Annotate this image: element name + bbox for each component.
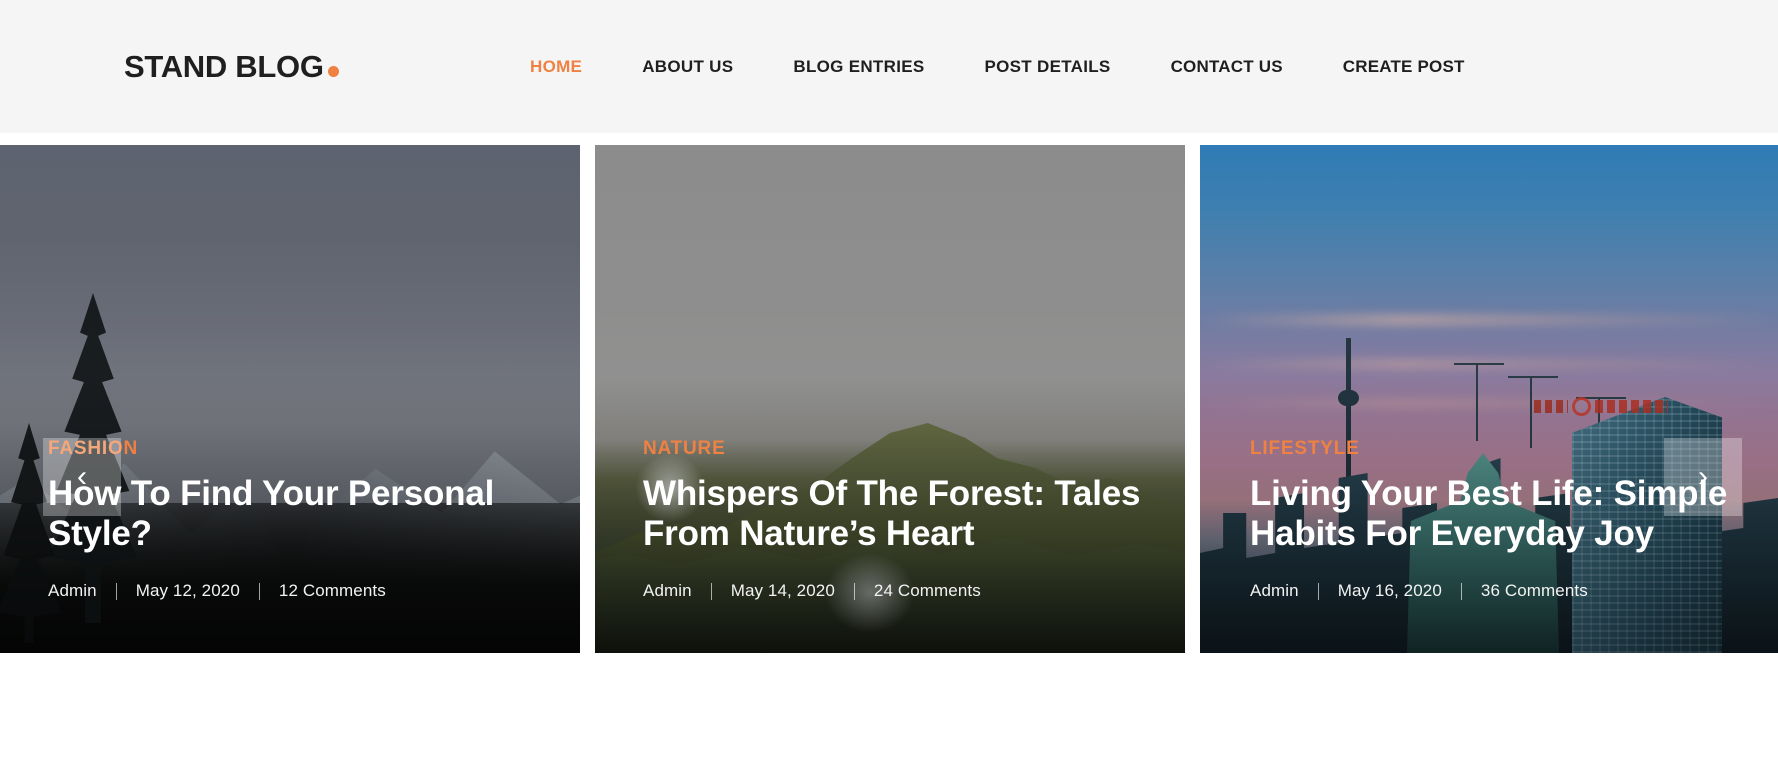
slide-meta: Admin May 16, 2020 36 Comments [1250,581,1738,601]
site-logo[interactable]: STAND BLOG [124,49,339,85]
slide-post-fashion[interactable]: ‹ FASHION How To Find Your Personal Styl… [0,145,580,653]
nav-item-create-post[interactable]: CREATE POST [1343,57,1465,77]
meta-divider [258,582,260,600]
nav-item-about-us[interactable]: ABOUT US [642,57,733,77]
site-logo-text: STAND BLOG [124,48,324,84]
site-header: STAND BLOG HOME ABOUT US BLOG ENTRIES PO… [0,0,1778,133]
slide-date: May 14, 2020 [730,581,835,600]
dot-icon [327,65,339,77]
meta-divider [1460,582,1462,600]
slide-author[interactable]: Admin [48,581,97,601]
chevron-right-icon: › [1698,460,1708,493]
slide-category-label[interactable]: LIFESTYLE [1250,438,1360,460]
meta-divider [115,582,117,600]
featured-posts-slider: ‹ FASHION How To Find Your Personal Styl… [0,145,1778,653]
slide-category-label[interactable]: NATURE [643,438,726,460]
slide-author[interactable]: Admin [643,581,692,601]
slide-title[interactable]: Whispers Of The Forest: Tales From Natur… [643,474,1145,555]
chevron-left-icon: ‹ [77,460,87,493]
slider-prev-button[interactable]: ‹ [43,438,121,516]
slider-next-button[interactable]: › [1664,438,1742,516]
slide-meta: Admin May 12, 2020 12 Comments [48,581,540,601]
meta-divider [1317,582,1319,600]
slide-post-lifestyle[interactable]: › LIFESTYLE Living Your Best Life: Simpl… [1200,145,1778,653]
nav-item-post-details[interactable]: POST DETAILS [985,57,1111,77]
meta-divider [853,582,855,600]
slide-content: FASHION How To Find Your Personal Style?… [48,438,540,601]
slide-post-nature[interactable]: NATURE Whispers Of The Forest: Tales Fro… [595,145,1185,653]
nav-item-blog-entries[interactable]: BLOG ENTRIES [793,57,924,77]
slide-title[interactable]: How To Find Your Personal Style? [48,474,540,555]
meta-divider [710,582,712,600]
slide-comments[interactable]: 12 Comments [279,581,386,601]
slide-content: NATURE Whispers Of The Forest: Tales Fro… [643,438,1145,601]
main-navigation: HOME ABOUT US BLOG ENTRIES POST DETAILS … [530,57,1465,77]
slide-author[interactable]: Admin [1250,581,1299,601]
slide-comments[interactable]: 36 Comments [1481,581,1588,601]
slide-comments[interactable]: 24 Comments [874,581,981,601]
slide-date: May 12, 2020 [135,581,240,600]
slide-date: May 16, 2020 [1337,581,1442,600]
nav-item-contact-us[interactable]: CONTACT US [1171,57,1283,77]
slide-meta: Admin May 14, 2020 24 Comments [643,581,1145,601]
nav-item-home[interactable]: HOME [530,57,582,77]
